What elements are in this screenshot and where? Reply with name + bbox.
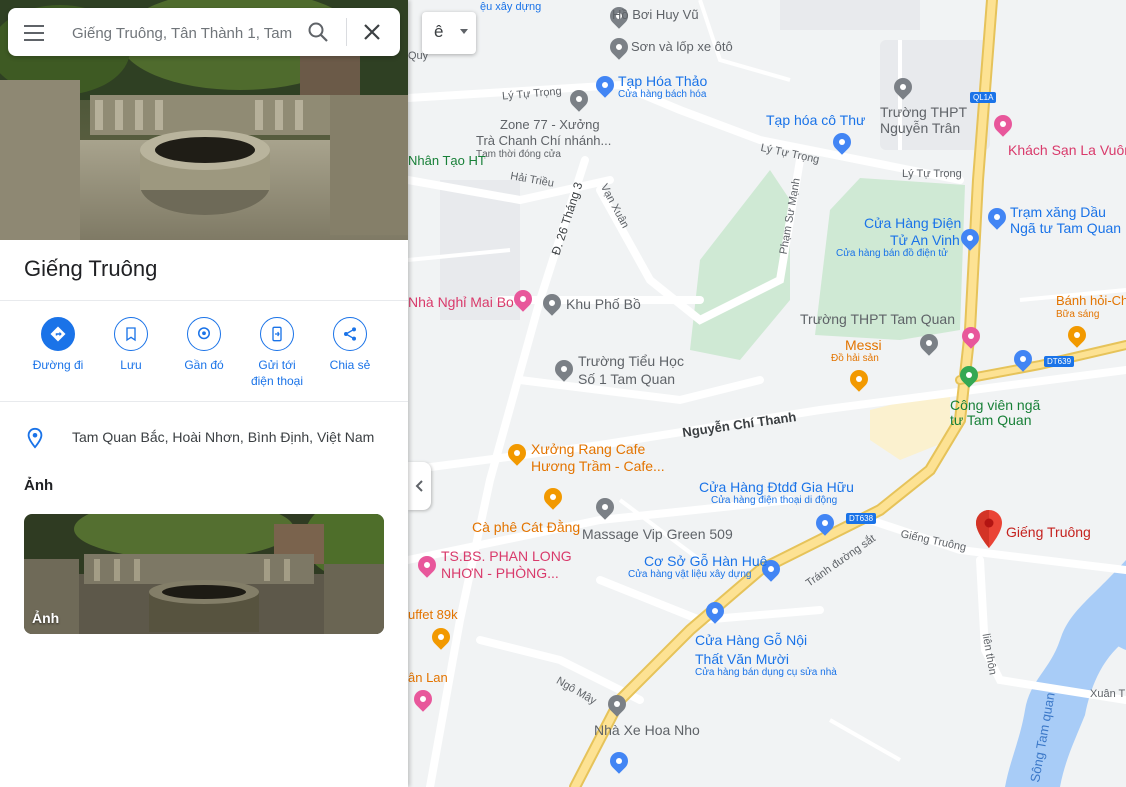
nearby-icon xyxy=(198,327,210,340)
highway-shield: DT639 xyxy=(1044,356,1075,368)
well-photo xyxy=(24,514,384,634)
directions-icon xyxy=(50,326,66,342)
poi-label: Tạp Hóa Thảo Cửa hàng bách hóa xyxy=(618,73,708,101)
poi-label: uffet 89k xyxy=(408,607,458,622)
nearby-button[interactable]: Gần đó xyxy=(173,317,235,373)
close-icon[interactable] xyxy=(360,20,384,44)
directions-label: Đường đi xyxy=(32,358,84,372)
road-label: Lý Tự Trọng xyxy=(902,168,962,180)
poi-label: Tử An Vinh Cửa hàng bán đồ điện tử xyxy=(836,232,960,260)
poi-label: Khu Phố Bồ xyxy=(566,296,641,312)
selected-place-marker-icon[interactable] xyxy=(976,510,1002,548)
poi-label: Cửa Hàng Gỗ Nội xyxy=(695,632,808,648)
poi-label: Trường THPT xyxy=(880,104,968,120)
send-to-phone-label: Gửi tới điện thoại xyxy=(250,358,304,389)
input-tools-label: ê xyxy=(434,22,444,41)
poi-label: TS.BS. PHAN LONG xyxy=(441,548,572,564)
directions-button[interactable]: Đường đi xyxy=(27,317,89,373)
share-button[interactable]: Chia sẻ xyxy=(319,317,381,373)
menu-icon[interactable] xyxy=(22,20,46,44)
divider xyxy=(0,401,408,402)
search-box xyxy=(8,8,400,56)
poi-label: ệu xây dựng xyxy=(480,1,542,13)
poi-label: Nguyễn Trân xyxy=(880,120,961,136)
input-tools-button[interactable]: ê xyxy=(422,12,476,54)
collapse-panel-button[interactable] xyxy=(408,462,431,510)
address-row[interactable]: Tam Quan Bắc, Hoài Nhơn, Bình Định, Việt… xyxy=(24,424,394,452)
send-to-phone-button[interactable]: Gửi tới điện thoại xyxy=(246,317,308,389)
poi-label: NHƠN - PHÒNG... xyxy=(441,565,559,581)
road-label: Xuân T xyxy=(1090,688,1126,700)
place-panel: Giếng Truông Đường đi Lưu Gần đó Gửi tới… xyxy=(0,0,408,787)
poi-label: Công viên ngã xyxy=(950,397,1041,413)
poi-label: Cà phê Cát Đằng xyxy=(472,519,581,535)
divider xyxy=(0,300,408,301)
poi-label: Nhà Xe Hoa Nho xyxy=(594,722,700,738)
nearby-label: Gần đó xyxy=(184,358,224,372)
chevron-left-icon xyxy=(415,480,423,492)
poi-label: Trạm xăng Dầu xyxy=(1010,204,1106,220)
save-label: Lưu xyxy=(120,358,142,372)
poi-label: tư Tam Quan xyxy=(950,412,1032,428)
poi-label: Nhân Tạo HT xyxy=(408,153,486,168)
share-icon xyxy=(344,327,356,341)
poi-label: Trường THPT Tam Quan xyxy=(800,311,955,327)
photo-card[interactable]: Ảnh xyxy=(24,514,384,634)
place-title: Giếng Truông xyxy=(24,256,158,281)
bookmark-icon xyxy=(126,327,136,342)
poi-label: Xưởng Rang Cafe xyxy=(531,441,646,457)
highway-shield: QL1A xyxy=(970,92,997,104)
poi-label: Số 1 Tam Quan xyxy=(578,371,676,387)
poi-label: Hương Trầm - Cafe... xyxy=(531,458,665,474)
search-input[interactable] xyxy=(70,20,294,46)
poi-label: ân Lan xyxy=(408,670,448,685)
send-to-phone-icon xyxy=(272,326,282,342)
save-button[interactable]: Lưu xyxy=(100,317,162,373)
poi-label: Nhà Nghỉ Mai Bo xyxy=(408,294,514,310)
caret-down-icon xyxy=(460,29,468,34)
address-text: Tam Quan Bắc, Hoài Nhơn, Bình Định, Việt… xyxy=(72,429,375,445)
poi-label: Cơ Sở Gỗ Hàn Huê Cửa hàng vật liệu xây dự… xyxy=(628,553,768,581)
poi-label: Trà Chanh Chí nhánh... Tạm thời đóng cửa xyxy=(476,133,612,160)
divider xyxy=(346,18,347,46)
poi-label: Hồ Bơi Huy Vũ xyxy=(612,7,699,22)
poi-label: Ngã tư Tam Quan xyxy=(1010,220,1122,236)
selected-place-label[interactable]: Giếng Truông xyxy=(1006,524,1091,540)
share-label: Chia sẻ xyxy=(329,358,371,372)
poi-label: Cửa Hàng Đtdđ Gia Hữu Cửa hàng điện thoại… xyxy=(699,479,854,507)
poi-label: Zone 77 - Xưởng xyxy=(500,117,600,132)
search-icon[interactable] xyxy=(306,20,330,44)
poi-label: Khách Sạn La Vuông xyxy=(1008,142,1126,158)
poi-label: Sơn và lốp xe ôtô xyxy=(631,39,733,54)
location-pin-icon xyxy=(27,427,43,449)
highway-shield: DT638 xyxy=(846,513,877,525)
photos-heading: Ảnh xyxy=(24,477,54,494)
poi-label: Thất Văn Mười Cửa hàng bán dụng cụ sửa nh… xyxy=(695,651,837,679)
poi-label: Massage Vip Green 509 xyxy=(582,526,733,542)
photo-label: Ảnh xyxy=(32,610,60,626)
poi-label: Messi Đồ hải sản xyxy=(831,337,882,365)
poi-label: Tạp hóa cô Thư xyxy=(766,112,866,128)
poi-label: Bánh hỏi-Ch Bữa sáng xyxy=(1056,293,1126,320)
poi-label: Trường Tiểu Học xyxy=(578,353,684,369)
poi-label: Cửa Hàng Điện xyxy=(864,215,962,231)
